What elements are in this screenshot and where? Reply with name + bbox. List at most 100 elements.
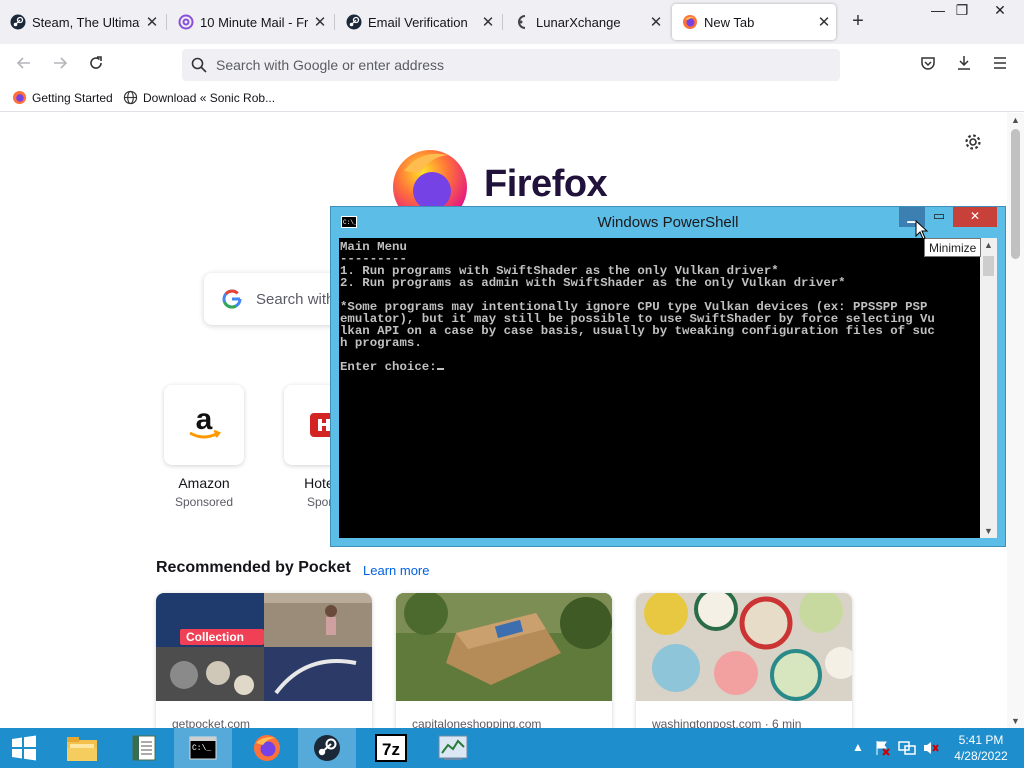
taskbar-file-explorer[interactable] [53, 728, 111, 768]
gear-icon [965, 134, 981, 150]
downloads-button[interactable] [952, 53, 976, 77]
close-tab-icon[interactable]: ✕ [308, 13, 332, 31]
close-tab-icon[interactable]: ✕ [812, 13, 836, 31]
pocket-button[interactable] [916, 53, 940, 77]
tab-email-verification[interactable]: Email Verification ✕ [336, 0, 500, 44]
powershell-window[interactable]: C:\_ Windows PowerShell ▁ ▭ ✕ Main Menu … [330, 206, 1006, 547]
shortcut-tile: a [164, 385, 244, 465]
svg-text:7z: 7z [382, 740, 400, 759]
reload-button[interactable] [84, 53, 108, 77]
close-tab-icon[interactable]: ✕ [476, 13, 500, 31]
tab-label: Email Verification [368, 14, 468, 30]
tab-label: Steam, The Ultimate [32, 14, 140, 30]
taskbar-powershell[interactable]: C:\_ [174, 728, 232, 768]
windows-logo-icon [12, 735, 36, 761]
taskbar-firefox[interactable] [238, 728, 296, 768]
shortcut-amazon[interactable]: a Amazon Sponsored [164, 385, 244, 509]
firefox-wordmark: Firefox [484, 163, 608, 205]
web-search-placeholder: Search with [256, 290, 335, 308]
scroll-up-arrow-icon[interactable]: ▲ [1007, 115, 1024, 125]
menu-button[interactable] [988, 53, 1012, 77]
tab-divider [166, 14, 167, 30]
ps-scroll-thumb[interactable] [983, 256, 994, 276]
reload-icon [90, 56, 102, 69]
ps-scroll-down-icon[interactable]: ▼ [980, 526, 997, 536]
start-button[interactable] [0, 728, 48, 768]
ps-maximize-button[interactable]: ▭ [927, 207, 951, 227]
svg-text:a: a [196, 403, 213, 436]
bookmark-download-sonic[interactable]: Download « Sonic Rob... [123, 90, 275, 105]
show-hidden-icons-button[interactable]: ▲ [852, 740, 864, 754]
tab-label: New Tab [704, 14, 755, 30]
steam-icon [10, 14, 26, 30]
console-output[interactable]: Main Menu --------- 1. Run programs with… [339, 238, 980, 538]
tab-steam[interactable]: Steam, The Ultimate ✕ [0, 0, 164, 44]
address-bar[interactable]: Search with Google or enter address [182, 49, 840, 81]
firefox-icon [254, 735, 280, 761]
pocket-card[interactable]: Collection getpocket.com [156, 593, 372, 728]
search-icon [191, 57, 207, 73]
taskbar-task-manager[interactable] [424, 728, 482, 768]
pocket-learn-more-link[interactable]: Learn more [363, 563, 429, 578]
address-placeholder: Search with Google or enter address [216, 57, 445, 73]
taskbar-7zip[interactable]: 7z [362, 728, 420, 768]
console-line: lkan API on a case by case basis, usuall… [340, 324, 935, 338]
minimize-tooltip: Minimize [924, 238, 982, 257]
card-image [636, 593, 852, 701]
bookmark-label: Getting Started [32, 90, 113, 105]
folder-icon [67, 737, 97, 761]
firefox-icon [12, 90, 27, 105]
mail-at-icon [178, 14, 194, 30]
card-image [156, 593, 372, 701]
firefox-icon [683, 15, 697, 29]
close-tab-icon[interactable]: ✕ [644, 13, 668, 31]
notepad-icon [132, 735, 156, 761]
shortcut-name: Amazon [178, 475, 230, 491]
steam-icon [346, 14, 362, 30]
console-line: 2. Run programs as admin with SwiftShade… [340, 276, 846, 290]
collection-badge: Collection [186, 630, 245, 644]
card-source: getpocket.com [172, 717, 251, 728]
browser-close-button[interactable]: ✕ [984, 0, 1016, 22]
console-line: Main Menu [340, 240, 407, 254]
taskbar-steam[interactable] [298, 728, 356, 768]
powershell-titlebar[interactable]: C:\_ Windows PowerShell ▁ ▭ ✕ [331, 207, 1005, 237]
console-line: h programs. [340, 336, 422, 350]
bookmark-getting-started[interactable]: Getting Started [12, 90, 113, 105]
taskbar-notepad[interactable] [114, 728, 172, 768]
tab-label: LunarXchange [536, 14, 621, 30]
pocket-card[interactable]: capitaloneshopping.com [396, 593, 612, 728]
forward-button[interactable] [48, 53, 72, 77]
scroll-down-arrow-icon[interactable]: ▼ [1007, 716, 1024, 726]
bookmark-label: Download « Sonic Rob... [143, 90, 276, 105]
amazon-icon: a [189, 403, 221, 439]
settings-button[interactable] [964, 133, 982, 156]
svg-text:C:\_: C:\_ [192, 744, 211, 753]
volume-muted-icon[interactable] [922, 740, 940, 759]
ps-scrollbar[interactable]: ▲ ▼ [980, 238, 997, 538]
task-manager-icon [438, 735, 468, 760]
scroll-thumb[interactable] [1011, 129, 1020, 259]
back-button[interactable] [12, 53, 36, 77]
globe-icon [123, 90, 138, 105]
new-tab-button[interactable]: + [846, 10, 870, 34]
network-icon[interactable] [898, 740, 916, 759]
page-scrollbar[interactable]: ▲ ▼ [1007, 113, 1024, 728]
steam-icon [314, 735, 340, 761]
tab-lunarxchange[interactable]: LunarXchange ✕ [504, 0, 668, 44]
tab-new-tab[interactable]: New Tab ✕ [672, 4, 836, 40]
nav-bar: Search with Google or enter address [0, 44, 1024, 86]
ps-scroll-up-icon[interactable]: ▲ [980, 240, 997, 250]
lunar-icon [518, 15, 526, 29]
tab-divider [502, 14, 503, 30]
close-tab-icon[interactable]: ✕ [140, 13, 164, 31]
pocket-card[interactable]: washingtonpost.com · 6 min [636, 593, 852, 728]
action-center-flag-icon[interactable] [874, 740, 890, 759]
ps-close-button[interactable]: ✕ [953, 207, 997, 227]
tab-divider [334, 14, 335, 30]
browser-restore-button[interactable]: ❐ [946, 0, 978, 22]
shortcut-sponsored: Sponsored [174, 495, 234, 509]
tab-10minutemail[interactable]: 10 Minute Mail - Free ✕ [168, 0, 332, 44]
text-cursor [436, 368, 444, 370]
system-clock[interactable]: 5:41 PM 4/28/2022 [944, 732, 1018, 764]
